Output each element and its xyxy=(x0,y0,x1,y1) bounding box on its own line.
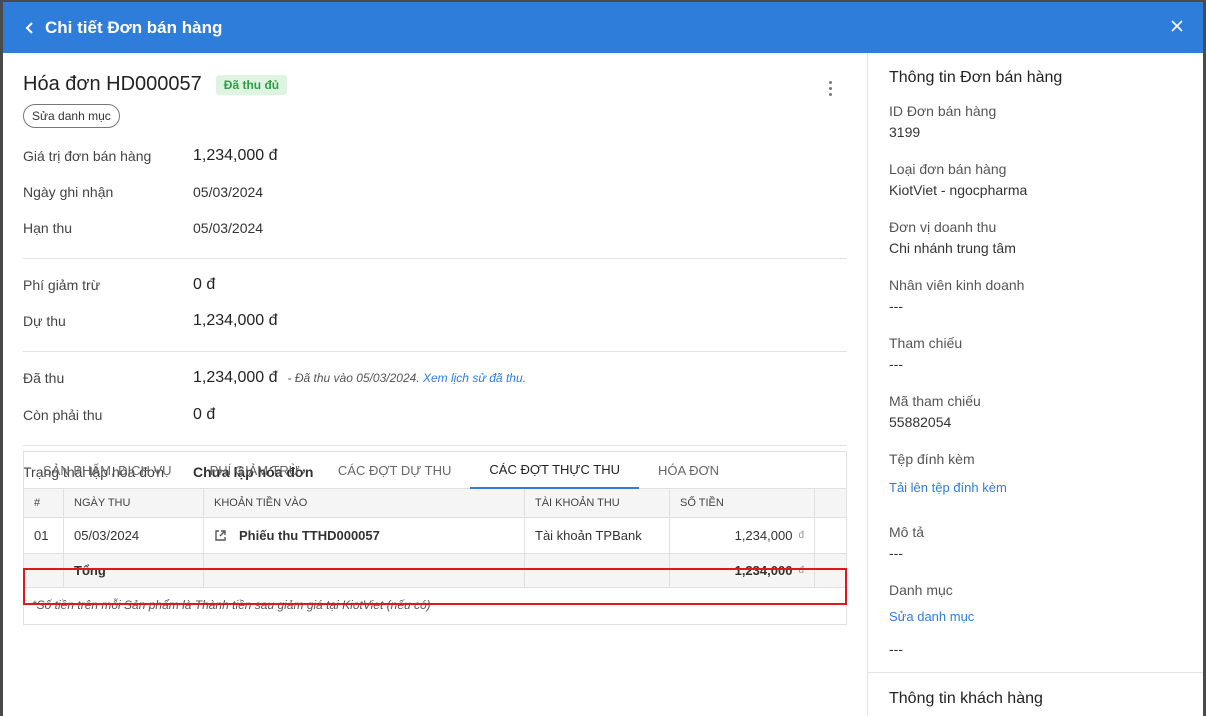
due-date-label: Hạn thu xyxy=(23,220,73,236)
amount-value: 1,234,000 xyxy=(734,528,793,543)
total-label: Tổng xyxy=(64,554,204,587)
row-date: 05/03/2024 xyxy=(64,518,204,553)
tab-invoices[interactable]: HÓA ĐƠN xyxy=(639,452,738,489)
due-date-row: Hạn thu 05/03/2024 xyxy=(23,220,263,236)
row-amount: 1,234,000 đ xyxy=(670,518,815,553)
deduction-label: Phí giảm trừ xyxy=(23,277,101,293)
sidebar-label: Tham chiếu xyxy=(889,335,963,351)
collected-value: 1,234,000 đ xyxy=(193,369,278,386)
sidebar-label: Đơn vị doanh thu xyxy=(889,219,997,235)
sidebar-value: --- xyxy=(889,298,903,314)
customer-info-title: Thông tin khách hàng xyxy=(889,690,1043,707)
modal-title: Chi tiết Đơn bán hàng xyxy=(45,17,223,37)
divider xyxy=(23,445,847,446)
attachment-label: Tệp đính kèm xyxy=(889,451,975,467)
category-label: Danh mục xyxy=(889,582,953,598)
divider xyxy=(23,351,847,352)
sidebar-divider xyxy=(868,672,1203,673)
total-empty-cell xyxy=(815,554,846,587)
tab-actual-payments[interactable]: CÁC ĐỢT THỰC THU xyxy=(470,452,639,489)
status-badge: Đã thu đủ xyxy=(215,74,288,95)
sidebar-value: --- xyxy=(889,356,903,372)
tab-deductions[interactable]: PHÍ GIẢM TRỪ xyxy=(191,452,319,489)
expected-value: 1,234,000 đ xyxy=(193,312,278,329)
sidebar-title: Thông tin Đơn bán hàng xyxy=(889,69,1063,86)
sidebar-label: Nhân viên kinh doanh xyxy=(889,277,1025,293)
sidebar-value: Chi nhánh trung tâm xyxy=(889,240,1016,256)
due-date-value: 05/03/2024 xyxy=(193,220,264,236)
invoice-title-row: Hóa đơn HD000057 Đã thu đủ xyxy=(23,73,288,96)
expected-row: Dự thu 1,234,000 đ xyxy=(23,312,278,330)
record-date-label: Ngày ghi nhận xyxy=(23,184,114,200)
row-account: Tài khoản TPBank xyxy=(525,518,670,553)
description-label: Mô tả xyxy=(889,524,925,540)
row-receipt[interactable]: Phiếu thu TTHD000057 xyxy=(204,518,525,553)
tabs-table-panel: SẢN PHẨM, DỊCH VỤ PHÍ GIẢM TRỪ CÁC ĐỢT D… xyxy=(23,451,847,625)
more-vertical-icon[interactable] xyxy=(826,81,834,101)
close-icon[interactable] xyxy=(1169,18,1185,34)
tab-expected-payments[interactable]: CÁC ĐỢT DỰ THU xyxy=(319,452,471,489)
table-footnote: *Số tiền trên mỗi Sản phẩm là Thành tiền… xyxy=(32,598,431,612)
deduction-value: 0 đ xyxy=(193,276,216,293)
remaining-value: 0 đ xyxy=(193,406,216,423)
collected-note: - Đã thu vào 05/03/2024. Xem lịch sử đã … xyxy=(288,371,526,385)
sidebar-label: ID Đơn bán hàng xyxy=(889,103,997,119)
total-empty-cell xyxy=(525,554,670,587)
description-value: --- xyxy=(889,545,903,561)
row-empty-cell xyxy=(815,518,846,553)
payment-history-link[interactable]: Xem lịch sử đã thu. xyxy=(423,371,526,385)
record-date-value: 05/03/2024 xyxy=(193,184,264,200)
record-date-row: Ngày ghi nhận 05/03/2024 xyxy=(23,184,263,200)
column-header: SỐ TIỀN xyxy=(670,489,815,517)
total-amount-value: 1,234,000 xyxy=(734,563,793,578)
remaining-row: Còn phải thu 0 đ xyxy=(23,406,215,424)
modal-header: Chi tiết Đơn bán hàng xyxy=(3,2,1203,53)
category-value: --- xyxy=(889,641,903,657)
total-empty-cell xyxy=(204,554,525,587)
total-amount: 1,234,000 đ xyxy=(670,554,815,587)
chevron-left-icon[interactable] xyxy=(23,19,41,37)
collected-note-text: - Đã thu vào 05/03/2024. xyxy=(287,371,420,385)
order-value-row: Giá trị đơn bán hàng 1,234,000 đ xyxy=(23,147,278,165)
row-index: 01 xyxy=(24,518,64,553)
upload-attachment-link[interactable]: Tải lên tệp đính kèm xyxy=(889,480,1007,495)
column-header: TÀI KHOẢN THU xyxy=(525,489,670,517)
external-link-icon[interactable] xyxy=(214,529,227,542)
total-empty-cell xyxy=(24,554,64,587)
sidebar-value: 3199 xyxy=(889,124,921,140)
sidebar-label: Loại đơn bán hàng xyxy=(889,161,1007,177)
edit-category-link[interactable]: Sửa danh mục xyxy=(889,609,974,624)
order-value: 1,234,000 đ xyxy=(193,147,278,164)
sidebar-panel: Thông tin Đơn bán hàng ID Đơn bán hàng 3… xyxy=(867,53,1203,716)
column-header: NGÀY THU xyxy=(64,489,204,517)
receipt-label[interactable]: Phiếu thu TTHD000057 xyxy=(239,528,380,543)
invoice-title: Hóa đơn HD000057 xyxy=(23,73,202,95)
currency-symbol: đ xyxy=(798,530,804,541)
remaining-label: Còn phải thu xyxy=(23,407,103,423)
tab-products[interactable]: SẢN PHẨM, DỊCH VỤ xyxy=(24,452,191,489)
sidebar-value: KiotViet - ngocpharma xyxy=(889,182,1028,198)
deduction-row: Phí giảm trừ 0 đ xyxy=(23,276,215,294)
edit-category-button[interactable]: Sửa danh mục xyxy=(23,104,120,128)
divider xyxy=(23,258,847,259)
total-row: Tổng 1,234,000 đ xyxy=(24,554,846,588)
column-header: # xyxy=(24,489,64,517)
column-header-empty xyxy=(815,489,846,517)
expected-label: Dự thu xyxy=(23,313,66,329)
tab-bar: SẢN PHẨM, DỊCH VỤ PHÍ GIẢM TRỪ CÁC ĐỢT D… xyxy=(24,452,846,489)
sidebar-value: 55882054 xyxy=(889,414,952,430)
table-header: # NGÀY THU KHOẢN TIỀN VÀO TÀI KHOẢN THU … xyxy=(24,489,846,518)
order-value-label: Giá trị đơn bán hàng xyxy=(23,148,152,164)
column-header: KHOẢN TIỀN VÀO xyxy=(204,489,525,517)
sidebar-label: Mã tham chiếu xyxy=(889,393,981,409)
table-row[interactable]: 01 05/03/2024 Phiếu thu TTHD000057 Tài k… xyxy=(24,518,846,554)
order-detail-modal: Chi tiết Đơn bán hàng Hóa đơn HD000057 Đ… xyxy=(3,2,1203,716)
collected-row: Đã thu 1,234,000 đ - Đã thu vào 05/03/20… xyxy=(23,369,526,387)
currency-symbol: đ xyxy=(798,565,804,576)
collected-label: Đã thu xyxy=(23,370,65,386)
